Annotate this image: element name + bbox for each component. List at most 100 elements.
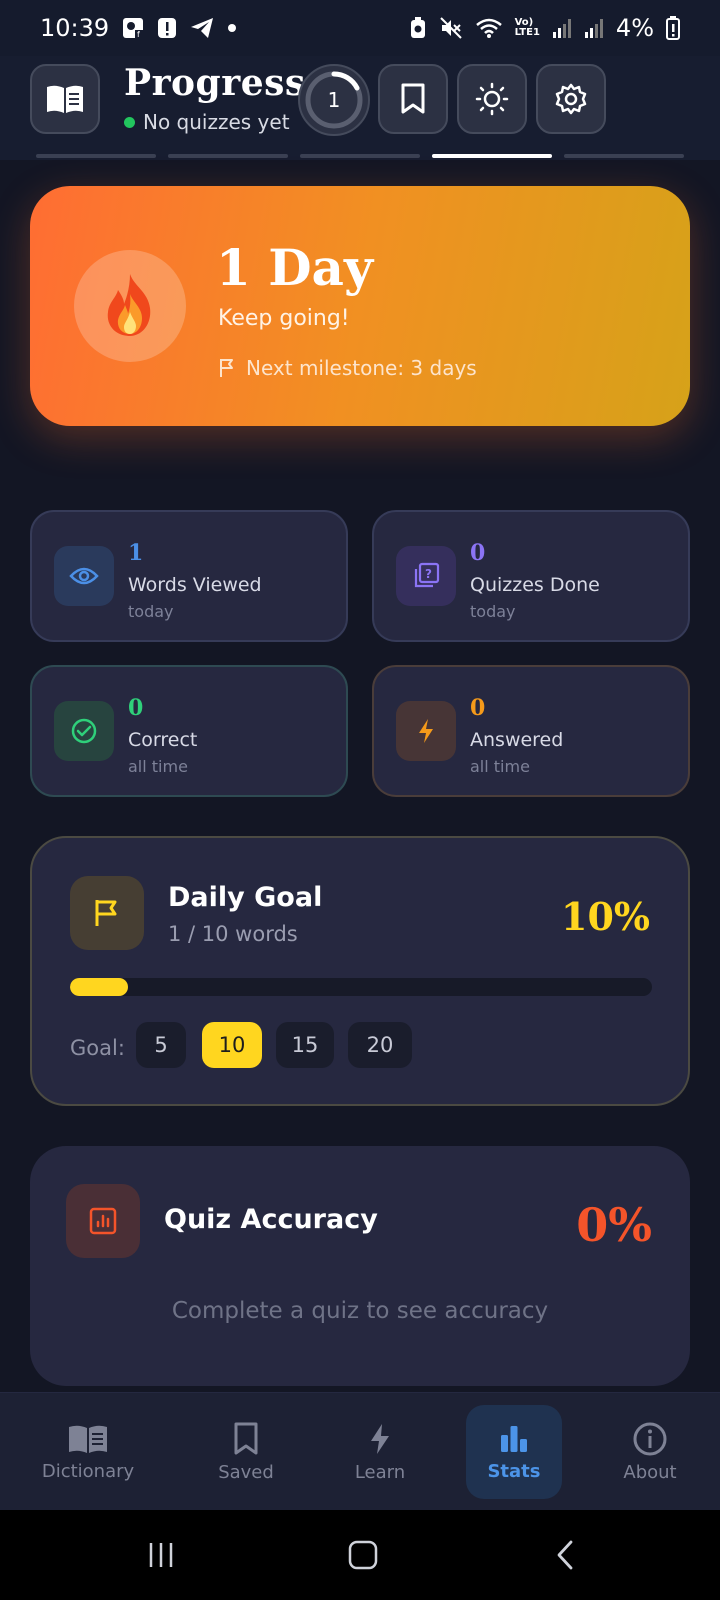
- fire-icon: [107, 274, 151, 336]
- status-dot: [124, 116, 135, 128]
- page-indicator-2: [168, 154, 288, 158]
- bar-chart-icon: [501, 1425, 527, 1452]
- page-indicator-3: [300, 154, 420, 158]
- goal-option-20[interactable]: 20: [348, 1022, 412, 1068]
- system-navigation-bar: [0, 1510, 720, 1600]
- bottom-navigation: Dictionary Saved Learn Stats About: [0, 1392, 720, 1510]
- lte-indicator: Vo) LTE1: [514, 17, 540, 38]
- stat-period: today: [470, 602, 516, 621]
- nav-item-learn[interactable]: Learn: [330, 1405, 430, 1499]
- home-icon: [348, 1540, 378, 1570]
- gear-icon: [555, 83, 587, 115]
- more-notifications-dot: [227, 23, 237, 33]
- nav-item-dictionary[interactable]: Dictionary: [28, 1405, 148, 1499]
- sun-icon: [475, 82, 509, 116]
- page-title: Progress: [124, 62, 306, 104]
- streak-subtitle: Keep going!: [218, 306, 350, 331]
- goal-option-5[interactable]: 5: [136, 1022, 186, 1068]
- stat-label: Quizzes Done: [470, 574, 600, 596]
- stat-card-answered: 0 Answered all time: [372, 665, 690, 797]
- goal-progress-fill: [70, 978, 129, 996]
- stat-card-words-viewed: 1 Words Viewed today: [30, 510, 348, 642]
- alert-icon: [157, 16, 177, 40]
- accuracy-empty-message: Complete a quiz to see accuracy: [171, 1298, 549, 1324]
- recents-button[interactable]: [136, 1532, 186, 1578]
- signal-icon: [552, 17, 572, 39]
- goal-percent: 10%: [561, 894, 650, 939]
- nav-label: Dictionary: [41, 1460, 135, 1482]
- goal-option-10[interactable]: 10: [202, 1022, 262, 1068]
- goal-title: Daily Goal: [168, 882, 323, 913]
- back-button[interactable]: [540, 1532, 590, 1578]
- page-indicator-5: [564, 154, 684, 158]
- stat-label: Words Viewed: [128, 574, 262, 596]
- wifi-icon: [475, 16, 503, 40]
- page-indicator-4-active: [432, 154, 552, 158]
- book-icon: [69, 1425, 107, 1453]
- battery-saver-icon: [409, 16, 427, 40]
- accuracy-icon-box: [66, 1184, 140, 1258]
- recents-icon: [149, 1543, 173, 1567]
- stat-label: Answered: [470, 729, 564, 751]
- nav-item-saved[interactable]: Saved: [196, 1405, 296, 1499]
- accuracy-title: Quiz Accuracy: [164, 1204, 378, 1235]
- quiz-status-text: No quizzes yet: [143, 110, 290, 134]
- stat-icon-box: [54, 546, 114, 606]
- bookmark-button[interactable]: [378, 64, 448, 134]
- nav-label: Saved: [218, 1461, 274, 1483]
- page-indicator-1: [36, 154, 156, 158]
- quiz-cards-icon: ?: [414, 562, 440, 588]
- goal-icon-box: [70, 876, 144, 950]
- goal-label: Goal:: [70, 1036, 125, 1060]
- daily-goal-card: Daily Goal 1 / 10 words 10% Goal: 5 10 1…: [30, 836, 690, 1106]
- status-right: Vo) LTE1 4%: [409, 14, 680, 42]
- info-icon: [633, 1422, 667, 1455]
- mute-icon: [439, 16, 463, 40]
- status-time: 10:39: [40, 14, 110, 42]
- streak-ring-value: 1: [327, 88, 341, 112]
- nav-label: Stats: [487, 1460, 541, 1482]
- quiz-status: No quizzes yet: [124, 110, 290, 134]
- streak-milestone: Next milestone: 3 days: [218, 356, 477, 380]
- battery-percent: 4%: [615, 14, 654, 42]
- stat-card-correct: 0 Correct all time: [30, 665, 348, 797]
- status-left: 10:39 f: [40, 14, 237, 42]
- bookmark-icon: [401, 83, 425, 114]
- app-header: Progress No quizzes yet 1: [0, 56, 720, 160]
- goal-option-15[interactable]: 15: [276, 1022, 334, 1068]
- flame-badge: [74, 250, 186, 362]
- quiz-accuracy-card: Quiz Accuracy 0% Complete a quiz to see …: [30, 1146, 690, 1386]
- streak-ring-button[interactable]: 1: [298, 64, 370, 136]
- stat-icon-box: [54, 701, 114, 761]
- stat-icon-box: [396, 701, 456, 761]
- stat-value: 1: [128, 540, 144, 566]
- signal-icon-2: [584, 17, 604, 39]
- flag-icon: [220, 359, 233, 377]
- flag-icon: [95, 900, 117, 926]
- bolt-icon: [371, 1423, 389, 1454]
- goal-progress-text: 1 / 10 words: [168, 922, 298, 946]
- home-button[interactable]: [338, 1532, 388, 1578]
- theme-toggle-button[interactable]: [457, 64, 527, 134]
- bookmark-icon: [234, 1422, 258, 1454]
- stat-period: all time: [128, 757, 188, 776]
- stat-period: today: [128, 602, 174, 621]
- dictionary-book-button[interactable]: [30, 64, 100, 134]
- streak-card: 1 Day Keep going! Next milestone: 3 days: [30, 186, 690, 426]
- stat-icon-box: ?: [396, 546, 456, 606]
- stat-card-quizzes-done: ? 0 Quizzes Done today: [372, 510, 690, 642]
- bolt-icon: [419, 719, 433, 743]
- contact-card-icon: f: [121, 16, 145, 40]
- milestone-text: Next milestone: 3 days: [246, 356, 477, 380]
- stat-label: Correct: [128, 729, 198, 751]
- nav-item-about[interactable]: About: [600, 1405, 700, 1499]
- nav-label: About: [623, 1461, 677, 1483]
- nav-item-stats[interactable]: Stats: [466, 1405, 562, 1499]
- telegram-icon: [189, 16, 215, 40]
- svg-text:?: ?: [425, 567, 432, 581]
- settings-button[interactable]: [536, 64, 606, 134]
- goal-progress-bar: [70, 978, 652, 996]
- check-circle-icon: [71, 718, 97, 744]
- stat-value: 0: [470, 540, 486, 566]
- book-icon: [47, 85, 83, 113]
